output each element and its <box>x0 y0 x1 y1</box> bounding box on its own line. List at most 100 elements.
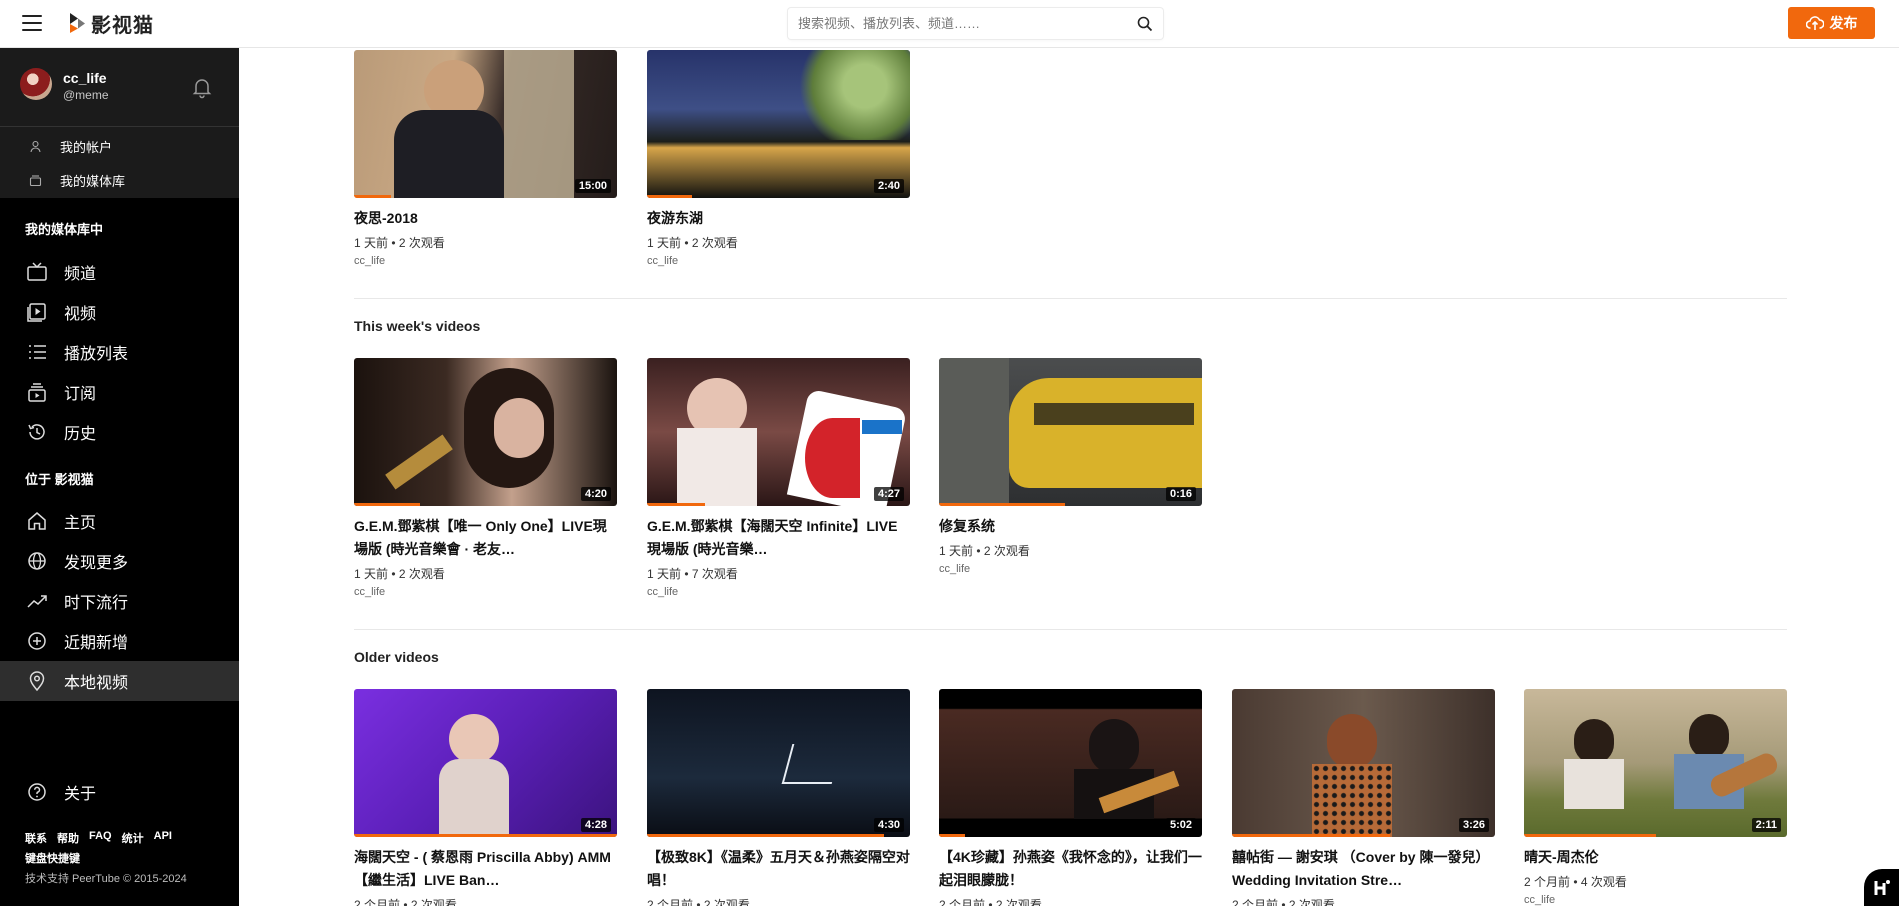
video-card: 4:27 G.E.M.鄧紫棋【海闊天空 Infinite】LIVE現場版 (時光… <box>647 358 910 598</box>
video-channel[interactable]: cc_life <box>647 586 910 598</box>
video-duration: 3:26 <box>1458 818 1489 832</box>
video-card: 4:20 G.E.M.鄧紫棋【唯一 Only One】LIVE現場版 (時光音樂… <box>354 358 617 598</box>
watch-progress-bar <box>939 503 1066 506</box>
video-channel[interactable]: cc_life <box>354 586 617 598</box>
watch-progress-bar <box>647 503 705 506</box>
logo-play-icon <box>70 13 85 33</box>
nav-about-label: 关于 <box>64 786 97 803</box>
video-card: 3:26 囍帖街 — 謝安琪 （Cover by 陳一發兒）Wedding In… <box>1232 689 1495 906</box>
account-menu: 我的帐户 我的媒体库 <box>0 126 239 198</box>
video-card: 4:28 海闊天空 - ( 蔡恩雨 Priscilla Abby) AMM【繼生… <box>354 689 617 906</box>
video-title[interactable]: 晴天-周杰伦 <box>1524 846 1787 869</box>
video-duration: 15:00 <box>574 179 611 193</box>
nav-recently-added-label: 近期新增 <box>64 635 129 652</box>
video-meta: 1 天前 • 2 次观看 <box>647 236 738 250</box>
video-title[interactable]: 【4K珍藏】孙燕姿《我怀念的》，让我们一起泪眼朦胧！ <box>939 846 1202 892</box>
video-thumbnail[interactable]: 2:40 <box>647 50 910 198</box>
floating-helper-button[interactable] <box>1864 869 1899 906</box>
video-title[interactable]: 夜思-2018 <box>354 207 617 230</box>
nav-home[interactable]: 主页 <box>0 501 239 541</box>
video-title[interactable]: 海闊天空 - ( 蔡恩雨 Priscilla Abby) AMM【繼生活】LIV… <box>354 846 617 892</box>
video-thumbnail[interactable]: 4:30 <box>647 689 910 837</box>
video-title[interactable]: 【极致8K】《温柔》五月天＆孙燕姿隔空对唱！ <box>647 846 910 892</box>
search-input[interactable] <box>788 8 1127 39</box>
avatar[interactable] <box>20 68 52 100</box>
bell-icon[interactable] <box>190 75 214 99</box>
video-duration: 2:40 <box>873 179 904 193</box>
list-icon <box>29 345 46 359</box>
video-title[interactable]: 囍帖街 — 謝安琪 （Cover by 陳一發兒）Wedding Invitat… <box>1232 846 1495 892</box>
watch-progress-bar <box>939 834 966 837</box>
nav-playlists[interactable]: 播放列表 <box>0 332 239 372</box>
video-duration: 0:16 <box>1165 487 1196 501</box>
watch-progress-bar <box>647 195 692 198</box>
video-thumbnail[interactable]: 15:00 <box>354 50 617 198</box>
video-channel[interactable]: cc_life <box>1524 894 1787 906</box>
menu-my-library[interactable]: 我的媒体库 <box>0 165 239 195</box>
menu-my-account[interactable]: 我的帐户 <box>0 131 239 161</box>
footer-link-help[interactable]: 帮助 <box>57 830 79 846</box>
menu-toggle-icon[interactable] <box>22 15 42 31</box>
user-block[interactable]: cc_life @meme <box>0 48 239 126</box>
trending-icon <box>27 595 47 608</box>
video-thumbnail[interactable]: 4:27 <box>647 358 910 506</box>
video-title[interactable]: 夜游东湖 <box>647 207 910 230</box>
section-divider <box>354 629 1787 630</box>
video-title[interactable]: G.E.M.鄧紫棋【海闊天空 Infinite】LIVE現場版 (時光音樂… <box>647 515 910 561</box>
watch-progress-bar <box>354 195 391 198</box>
watch-progress-bar <box>647 834 884 837</box>
video-duration: 2:11 <box>1751 818 1781 832</box>
watch-progress-bar <box>354 503 420 506</box>
publish-button[interactable]: 发布 <box>1788 7 1875 39</box>
footer-link-shortcuts[interactable]: 键盘快捷键 <box>25 850 80 866</box>
video-channel[interactable]: cc_life <box>647 255 910 267</box>
video-channel[interactable]: cc_life <box>939 563 1202 575</box>
copyright-text: 技术支持 PeerTube © 2015-2024 <box>25 873 187 885</box>
video-card: 2:11 晴天-周杰伦 2 个月前 • 4 次观看 cc_life <box>1524 689 1787 906</box>
footer-link-stats[interactable]: 统计 <box>122 830 144 846</box>
video-title[interactable]: 修复系统 <box>939 515 1202 538</box>
search-button[interactable] <box>1127 8 1163 39</box>
library-section-title: 我的媒体库中 <box>25 222 104 237</box>
nav-local-videos[interactable]: 本地视频 <box>0 661 239 701</box>
nav-subscriptions-label: 订阅 <box>64 386 97 403</box>
video-meta: 1 天前 • 2 次观看 <box>939 544 1030 558</box>
nav-discover[interactable]: 发现更多 <box>0 541 239 581</box>
watch-progress-bar <box>1232 834 1390 837</box>
menu-my-library-label: 我的媒体库 <box>60 173 126 189</box>
video-card: 2:40 夜游东湖 1 天前 • 2 次观看 cc_life <box>647 50 910 267</box>
nav-trending[interactable]: 时下流行 <box>0 581 239 621</box>
video-thumbnail[interactable]: 5:02 <box>939 689 1202 837</box>
video-channel[interactable]: cc_life <box>354 255 617 267</box>
video-card: 5:02 【4K珍藏】孙燕姿《我怀念的》，让我们一起泪眼朦胧！ 2 个月前 • … <box>939 689 1202 906</box>
nav-subscriptions[interactable]: 订阅 <box>0 372 239 412</box>
video-duration: 5:02 <box>1165 818 1196 832</box>
h-logo-icon <box>1874 879 1890 895</box>
nav-local-videos-label: 本地视频 <box>64 675 129 692</box>
video-thumbnail[interactable]: 0:16 <box>939 358 1202 506</box>
help-icon <box>28 783 46 801</box>
video-duration: 4:20 <box>580 487 611 501</box>
footer-link-contact[interactable]: 联系 <box>25 830 47 846</box>
video-title[interactable]: G.E.M.鄧紫棋【唯一 Only One】LIVE現場版 (時光音樂會 · 老… <box>354 515 617 561</box>
video-thumbnail[interactable]: 4:20 <box>354 358 617 506</box>
nav-videos[interactable]: 视频 <box>0 292 239 332</box>
nav-recently-added[interactable]: 近期新增 <box>0 621 239 661</box>
nav-about[interactable]: 关于 <box>0 772 239 812</box>
video-thumbnail[interactable]: 3:26 <box>1232 689 1495 837</box>
video-card: 4:30 【极致8K】《温柔》五月天＆孙燕姿隔空对唱！ 2 个月前 • 2 次观… <box>647 689 910 906</box>
upload-cloud-icon <box>1805 16 1824 30</box>
video-thumbnail[interactable]: 2:11 <box>1524 689 1787 837</box>
menu-my-account-label: 我的帐户 <box>60 139 113 155</box>
user-name: cc_life <box>63 70 107 86</box>
site-logo[interactable]: 影视猫 <box>68 10 154 37</box>
video-duration: 4:27 <box>873 487 904 501</box>
footer-link-faq[interactable]: FAQ <box>89 830 112 846</box>
nav-history[interactable]: 历史 <box>0 412 239 452</box>
video-meta: 1 天前 • 7 次观看 <box>647 567 738 581</box>
video-thumbnail[interactable]: 4:28 <box>354 689 617 837</box>
video-meta: 1 天前 • 2 次观看 <box>354 567 445 581</box>
nav-channels[interactable]: 频道 <box>0 252 239 292</box>
nav-trending-label: 时下流行 <box>64 595 129 612</box>
footer-link-api[interactable]: API <box>154 830 172 846</box>
